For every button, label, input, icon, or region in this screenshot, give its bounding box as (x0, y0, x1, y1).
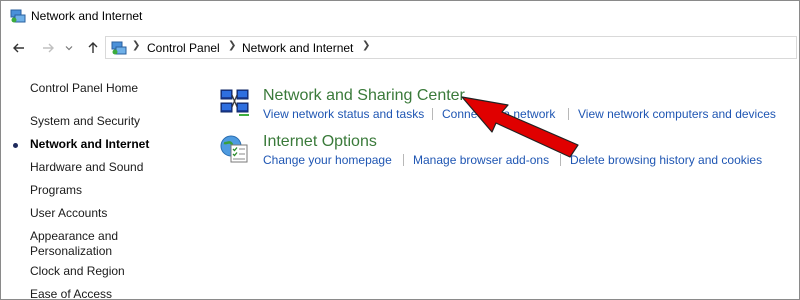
sidebar-item-ease-of-access[interactable]: Ease of Access (30, 287, 112, 299)
address-bar[interactable]: ❯ Control Panel ❯ Network and Internet ❯ (105, 36, 797, 59)
sidebar-item-appearance-and-personalization[interactable]: Appearance and Personalization (30, 229, 130, 259)
link-change-homepage[interactable]: Change your homepage (263, 153, 392, 167)
sidebar-item-hardware-and-sound[interactable]: Hardware and Sound (30, 160, 143, 175)
back-arrow-icon[interactable] (10, 39, 28, 57)
link-view-network-status[interactable]: View network status and tasks (263, 107, 424, 121)
navigation-bar: ❯ Control Panel ❯ Network and Internet ❯ (1, 32, 799, 64)
annotation-arrow-icon (461, 96, 579, 158)
title-bar: Network and Internet (1, 1, 799, 32)
sidebar-item-programs[interactable]: Programs (30, 183, 82, 198)
link-separator (403, 154, 404, 166)
sidebar-item-user-accounts[interactable]: User Accounts (30, 206, 107, 221)
link-manage-browser-addons[interactable]: Manage browser add-ons (413, 153, 549, 167)
sidebar-item-control-panel-home[interactable]: Control Panel Home (30, 81, 138, 96)
category-title-network-and-sharing-center[interactable]: Network and Sharing Center (263, 87, 465, 105)
breadcrumb-chevron-icon[interactable]: ❯ (132, 40, 140, 51)
breadcrumb-chevron-icon[interactable]: ❯ (228, 40, 236, 51)
active-bullet-icon (13, 143, 18, 148)
link-connect-to-network[interactable]: Connect to a network (442, 107, 555, 121)
link-view-network-computers[interactable]: View network computers and devices (578, 107, 776, 121)
control-panel-icon (111, 40, 127, 56)
forward-arrow-icon[interactable] (39, 39, 57, 57)
sidebar-item-clock-and-region[interactable]: Clock and Region (30, 264, 125, 279)
link-separator (432, 108, 433, 120)
window-title: Network and Internet (31, 9, 143, 23)
breadcrumb-control-panel[interactable]: Control Panel (147, 41, 220, 55)
breadcrumb-chevron-icon[interactable]: ❯ (362, 40, 370, 51)
control-panel-icon (10, 8, 26, 24)
internet-options-icon[interactable] (219, 133, 251, 170)
link-separator (568, 108, 569, 120)
recent-locations-chevron-down-icon[interactable] (63, 39, 75, 57)
breadcrumb-network-and-internet[interactable]: Network and Internet (242, 41, 353, 55)
network-sharing-icon[interactable] (219, 87, 251, 124)
link-separator (560, 154, 561, 166)
up-arrow-icon[interactable] (84, 39, 102, 57)
link-delete-browsing-history[interactable]: Delete browsing history and cookies (570, 153, 762, 167)
control-panel-window: Network and Internet ❯ Control Panel ❯ N… (0, 0, 800, 300)
sidebar-item-system-and-security[interactable]: System and Security (30, 114, 140, 129)
category-title-internet-options[interactable]: Internet Options (263, 133, 377, 151)
sidebar-item-network-and-internet: Network and Internet (30, 137, 150, 151)
